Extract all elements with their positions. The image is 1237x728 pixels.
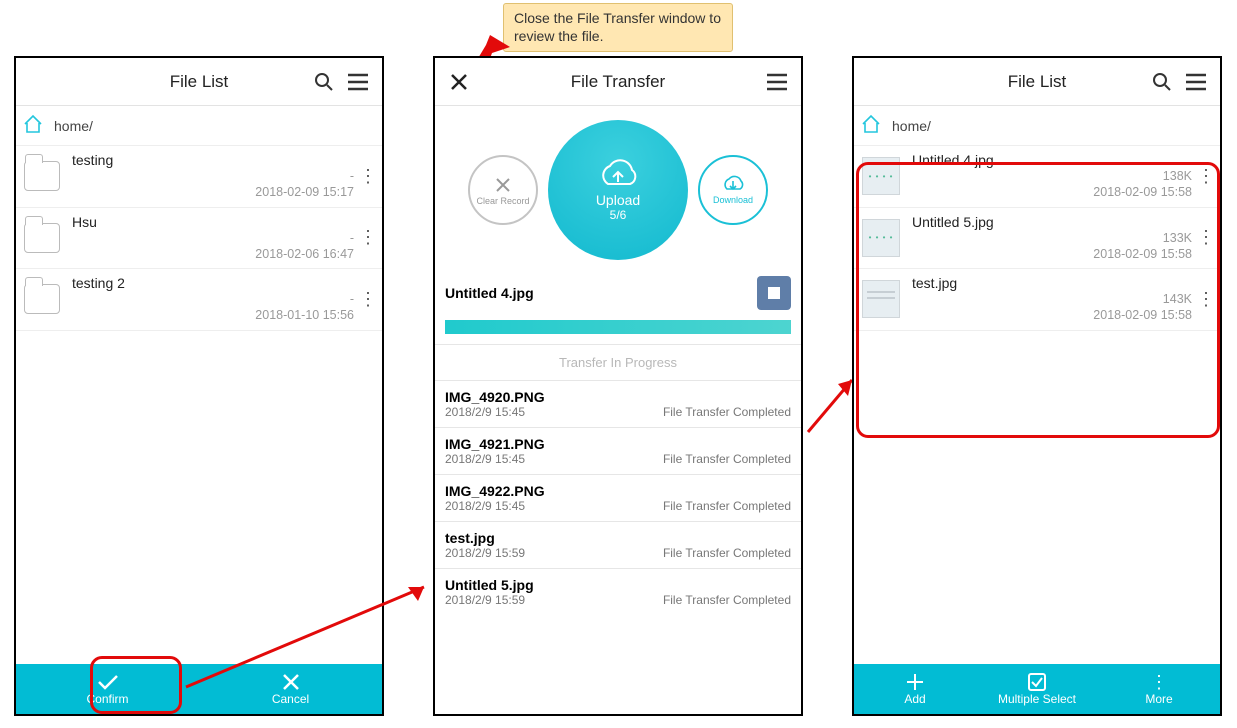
current-transfer: Untitled 4.jpg: [435, 270, 801, 314]
transfer-item: IMG_4922.PNG 2018/2/9 15:45File Transfer…: [435, 474, 801, 521]
upload-status: Upload 5/6: [548, 120, 688, 260]
more-icon[interactable]: ⋮: [358, 227, 378, 248]
section-header: Transfer In Progress: [435, 344, 801, 380]
screen-file-transfer: File Transfer Clear Record Upload 5/6 Do…: [433, 56, 803, 716]
header: File List: [854, 58, 1220, 106]
more-icon[interactable]: ⋮: [1196, 227, 1216, 248]
add-button[interactable]: Add: [854, 664, 976, 714]
folder-icon: [24, 223, 60, 253]
item-name: Hsu: [72, 214, 354, 230]
hamburger-icon[interactable]: [1182, 68, 1210, 96]
transfer-item: test.jpg 2018/2/9 15:59File Transfer Com…: [435, 521, 801, 568]
transfer-item: IMG_4920.PNG 2018/2/9 15:45File Transfer…: [435, 380, 801, 427]
item-name: testing 2: [72, 275, 354, 291]
file-list: Untitled 4.jpg 138K2018-02-09 15:58 ⋮ Un…: [854, 146, 1220, 664]
page-title: File Transfer: [435, 72, 801, 92]
list-item[interactable]: Hsu -2018-02-06 16:47 ⋮: [16, 208, 382, 270]
multiple-select-button[interactable]: Multiple Select: [976, 664, 1098, 714]
header: File List: [16, 58, 382, 106]
more-icon[interactable]: ⋮: [358, 289, 378, 310]
breadcrumb[interactable]: home/: [854, 106, 1220, 146]
file-thumbnail: [862, 157, 900, 195]
list-item[interactable]: testing 2 -2018-01-10 15:56 ⋮: [16, 269, 382, 331]
more-icon[interactable]: ⋮: [358, 166, 378, 187]
list-item[interactable]: Untitled 4.jpg 138K2018-02-09 15:58 ⋮: [854, 146, 1220, 208]
transfer-summary: Clear Record Upload 5/6 Download: [435, 106, 801, 270]
home-icon: [22, 114, 44, 137]
file-list: testing -2018-02-09 15:17 ⋮ Hsu -2018-02…: [16, 146, 382, 664]
list-item[interactable]: test.jpg 143K2018-02-09 15:58 ⋮: [854, 269, 1220, 331]
hamburger-icon[interactable]: [763, 68, 791, 96]
cancel-button[interactable]: Cancel: [199, 664, 382, 714]
breadcrumb-text: home/: [54, 118, 93, 134]
download-button[interactable]: Download: [698, 155, 768, 225]
item-name: testing: [72, 152, 354, 168]
more-icon[interactable]: ⋮: [1196, 289, 1216, 310]
transfer-item: IMG_4921.PNG 2018/2/9 15:45File Transfer…: [435, 427, 801, 474]
transfer-item: Untitled 5.jpg 2018/2/9 15:59File Transf…: [435, 568, 801, 615]
search-icon[interactable]: [310, 68, 338, 96]
tooltip-text: Close the File Transfer window to review…: [514, 10, 721, 44]
list-item[interactable]: Untitled 5.jpg 133K2018-02-09 15:58 ⋮: [854, 208, 1220, 270]
list-item[interactable]: testing -2018-02-09 15:17 ⋮: [16, 146, 382, 208]
toolbar: Add Multiple Select ⋮ More: [854, 664, 1220, 714]
screen-file-list-select: File List home/ testing -2018-02-09 15:1…: [14, 56, 384, 716]
close-icon[interactable]: [445, 68, 473, 96]
folder-icon: [24, 161, 60, 191]
cloud-upload-icon: [596, 158, 640, 192]
folder-icon: [24, 284, 60, 314]
screen-file-list-result: File List home/ Untitled 4.jpg 138K2018-…: [852, 56, 1222, 716]
breadcrumb[interactable]: home/: [16, 106, 382, 146]
current-file-name: Untitled 4.jpg: [445, 285, 534, 301]
stop-button[interactable]: [757, 276, 791, 310]
more-icon[interactable]: ⋮: [1196, 166, 1216, 187]
breadcrumb-text: home/: [892, 118, 931, 134]
home-icon: [860, 114, 882, 137]
search-icon[interactable]: [1148, 68, 1176, 96]
tooltip: Close the File Transfer window to review…: [503, 3, 733, 52]
file-thumbnail: [862, 280, 900, 318]
confirm-button[interactable]: Confirm: [16, 664, 199, 714]
progress-bar: [445, 320, 791, 334]
hamburger-icon[interactable]: [344, 68, 372, 96]
clear-record-button[interactable]: Clear Record: [468, 155, 538, 225]
header: File Transfer: [435, 58, 801, 106]
toolbar: Confirm Cancel: [16, 664, 382, 714]
more-button[interactable]: ⋮ More: [1098, 664, 1220, 714]
file-thumbnail: [862, 219, 900, 257]
